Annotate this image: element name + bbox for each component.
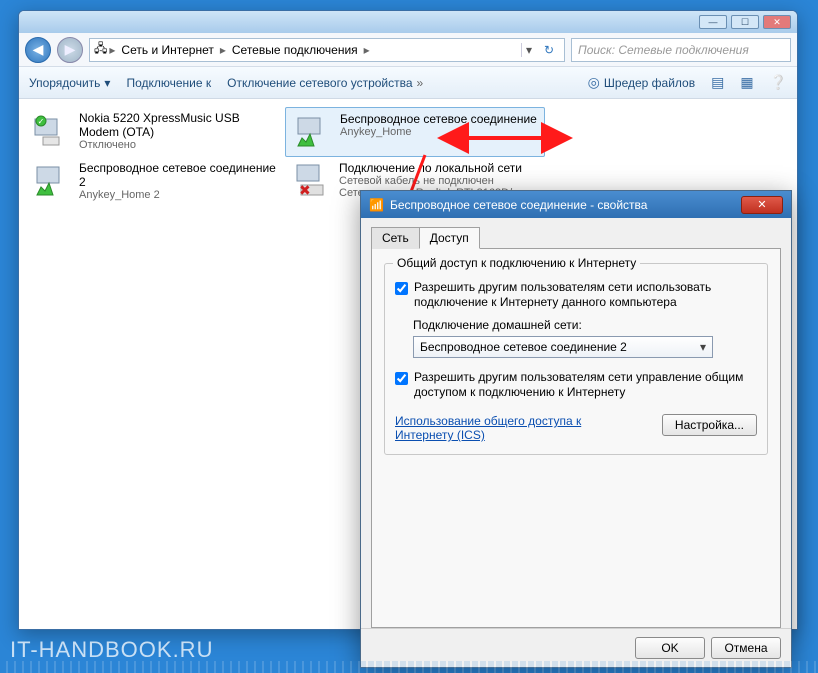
- connection-sub: Сетевой кабель не подключен: [339, 175, 522, 187]
- organize-button[interactable]: Упорядочить▾: [29, 76, 110, 90]
- refresh-icon[interactable]: ↻: [538, 43, 560, 57]
- connection-item[interactable]: Беспроводное сетевое соединение Anykey_H…: [285, 107, 545, 157]
- chevron-right-icon: ▸: [109, 43, 115, 57]
- connection-name: Nokia 5220 XpressMusic USB Modem (OTA): [79, 111, 279, 139]
- properties-dialog: 📶 Беспроводное сетевое соединение - свой…: [360, 190, 792, 668]
- ics-help-link[interactable]: Использование общего доступа к Интернету…: [395, 414, 605, 442]
- connection-name: Беспроводное сетевое соединение: [340, 112, 537, 126]
- window-titlebar: — ☐ ✕: [19, 11, 797, 33]
- allow-control-label: Разрешить другим пользователям сети упра…: [414, 370, 757, 400]
- view-options-icon[interactable]: ▤: [711, 74, 724, 91]
- svg-text:✖: ✖: [299, 182, 311, 198]
- modem-icon: ✓: [31, 111, 71, 151]
- tab-panel-access: Общий доступ к подключению к Интернету Р…: [371, 248, 781, 628]
- preview-pane-icon[interactable]: ▦: [740, 74, 753, 91]
- connection-sub: Anykey_Home: [340, 126, 537, 138]
- wifi-icon: [292, 112, 332, 152]
- connect-to-button[interactable]: Подключение к: [126, 76, 211, 90]
- combo-value: Беспроводное сетевое соединение 2: [420, 340, 627, 354]
- watermark: IT-HANDBOOK.RU: [10, 637, 213, 663]
- wifi-small-icon: 📶: [369, 198, 384, 212]
- dialog-titlebar: 📶 Беспроводное сетевое соединение - свой…: [361, 191, 791, 218]
- ok-button[interactable]: OK: [635, 637, 705, 659]
- maximize-button[interactable]: ☐: [731, 15, 759, 29]
- search-placeholder: Поиск: Сетевые подключения: [578, 43, 749, 57]
- minimize-button[interactable]: —: [699, 15, 727, 29]
- torn-edge-decoration: [0, 661, 818, 673]
- network-icon: 🖧: [94, 39, 107, 60]
- home-connection-combo[interactable]: Беспроводное сетевое соединение 2 ▾: [413, 336, 713, 358]
- settings-button[interactable]: Настройка...: [662, 414, 757, 436]
- help-icon[interactable]: ❔: [770, 74, 787, 91]
- connection-name: Беспроводное сетевое соединение 2: [79, 161, 279, 189]
- breadcrumb-seg-1[interactable]: Сеть и Интернет: [117, 43, 217, 57]
- home-connection-label: Подключение домашней сети:: [413, 318, 757, 332]
- command-bar: Упорядочить▾ Подключение к Отключение се…: [19, 67, 797, 99]
- connection-item[interactable]: Беспроводное сетевое соединение 2 Anykey…: [25, 157, 285, 205]
- groupbox-legend: Общий доступ к подключению к Интернету: [393, 256, 640, 270]
- allow-control-checkbox[interactable]: [395, 372, 408, 385]
- dialog-close-button[interactable]: ✕: [741, 196, 783, 214]
- svg-text:✓: ✓: [38, 117, 45, 126]
- connection-item[interactable]: ✓ Nokia 5220 XpressMusic USB Modem (OTA)…: [25, 107, 285, 157]
- lan-disconnected-icon: ✖: [291, 161, 331, 201]
- connection-sub: Anykey_Home 2: [79, 189, 279, 201]
- wifi-icon: [31, 161, 71, 201]
- cancel-button[interactable]: Отмена: [711, 637, 781, 659]
- chevron-right-icon: »: [417, 76, 424, 90]
- breadcrumb-seg-2[interactable]: Сетевые подключения: [228, 43, 362, 57]
- chevron-down-icon: ▾: [104, 76, 110, 90]
- search-input[interactable]: Поиск: Сетевые подключения: [571, 38, 791, 62]
- shredder-button[interactable]: ◎ Шредер файлов: [588, 74, 695, 91]
- connection-status: Отключено: [79, 139, 279, 151]
- allow-share-checkbox[interactable]: [395, 282, 408, 295]
- forward-button[interactable]: ▶: [57, 37, 83, 63]
- chevron-right-icon: ▸: [364, 43, 370, 57]
- breadcrumb-dropdown[interactable]: ▾: [521, 43, 536, 57]
- chevron-right-icon: ▸: [220, 43, 226, 57]
- allow-share-label: Разрешить другим пользователям сети испо…: [414, 280, 757, 310]
- ics-groupbox: Общий доступ к подключению к Интернету Р…: [384, 263, 768, 455]
- dialog-title: Беспроводное сетевое соединение - свойст…: [390, 198, 648, 212]
- connection-name: Подключение по локальной сети: [339, 161, 522, 175]
- close-button[interactable]: ✕: [763, 15, 791, 29]
- back-button[interactable]: ◀: [25, 37, 51, 63]
- tab-strip: Сеть Доступ: [371, 227, 781, 249]
- chevron-down-icon: ▾: [700, 340, 706, 354]
- disable-device-button[interactable]: Отключение сетевого устройства »: [227, 76, 423, 90]
- shredder-icon: ◎: [588, 74, 600, 91]
- tab-network[interactable]: Сеть: [371, 227, 420, 249]
- nav-bar: ◀ ▶ 🖧 ▸ Сеть и Интернет ▸ Сетевые подклю…: [19, 33, 797, 67]
- tab-access[interactable]: Доступ: [419, 227, 480, 249]
- breadcrumb[interactable]: 🖧 ▸ Сеть и Интернет ▸ Сетевые подключени…: [89, 38, 565, 62]
